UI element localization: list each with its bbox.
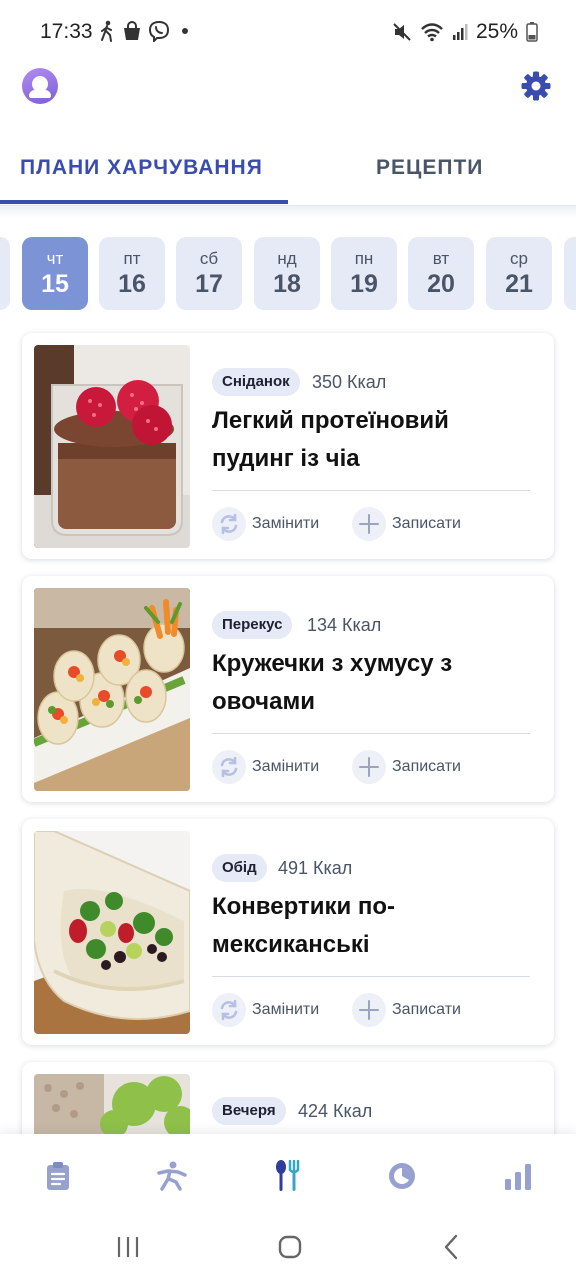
tab-meal-plans[interactable]: ПЛАНИ ХАРЧУВАННЯ	[20, 156, 263, 180]
date-day: 15	[41, 269, 69, 298]
log-meal-button[interactable]: Записати	[352, 750, 461, 784]
meal-card-snack[interactable]: Перекус 134 Ккал Кружечки з хумусу з ово…	[22, 576, 554, 802]
date-item[interactable]: вт 20	[408, 237, 474, 310]
active-tab-indicator	[0, 200, 288, 204]
meal-calories: 424 Ккал	[298, 1101, 373, 1121]
date-weekday: чт	[46, 248, 64, 268]
meal-type-badge: Сніданок	[212, 368, 300, 396]
divider	[212, 490, 530, 491]
replace-button[interactable]: Замінити	[212, 993, 319, 1027]
date-item-selected[interactable]: чт 15	[22, 237, 88, 310]
dot-icon	[182, 28, 188, 34]
tab-bar: ПЛАНИ ХАРЧУВАННЯ РЕЦЕПТИ	[0, 140, 576, 206]
tab-recipes[interactable]: РЕЦЕПТИ	[376, 156, 483, 180]
date-item[interactable]: пт 16	[99, 237, 165, 310]
date-weekday: нд	[277, 248, 297, 268]
clipboard-icon	[47, 1162, 69, 1190]
date-item-prev[interactable]	[0, 237, 10, 310]
status-time: 17:33	[40, 20, 93, 43]
plus-icon	[352, 993, 386, 1027]
bottom-nav	[0, 1134, 576, 1216]
status-bar: 17:33 25%	[0, 0, 576, 64]
meal-title[interactable]: Кружечки з хумусу з овочами	[212, 645, 532, 721]
chia-pudding-photo[interactable]	[34, 345, 190, 548]
nav-fasting[interactable]	[382, 1156, 422, 1196]
bag-icon	[124, 21, 140, 40]
recents-icon[interactable]	[113, 1232, 143, 1262]
nav-progress[interactable]	[498, 1156, 538, 1196]
viber-icon	[148, 20, 170, 42]
fasting-icon	[389, 1163, 415, 1189]
date-item[interactable]: сб 17	[176, 237, 242, 310]
date-weekday: пн	[354, 248, 374, 268]
meal-card-breakfast[interactable]: Сніданок 350 Ккал Легкий протеїновий пуд…	[22, 333, 554, 559]
gear-icon[interactable]	[520, 70, 552, 102]
date-strip[interactable]: чт 15 пт 16 сб 17 нд 18 пн 19 вт 20 ср 2…	[0, 237, 576, 311]
signal-icon	[452, 24, 468, 40]
wifi-icon	[421, 23, 443, 42]
meal-type-badge: Вечеря	[212, 1097, 286, 1125]
date-weekday: вт	[432, 248, 450, 268]
hummus-rolls-photo[interactable]	[34, 588, 190, 791]
meal-title[interactable]: Легкий протеїновий пудинг із чіа	[212, 402, 532, 478]
replace-button[interactable]: Замінити	[212, 750, 319, 784]
replace-button[interactable]: Замінити	[212, 507, 319, 541]
date-day: 21	[505, 269, 533, 298]
walk-icon	[101, 20, 112, 42]
date-item[interactable]: пн 19	[331, 237, 397, 310]
refresh-icon	[212, 750, 246, 784]
back-icon[interactable]	[437, 1232, 467, 1262]
date-weekday: ср	[510, 248, 528, 268]
divider	[212, 733, 530, 734]
nav-activity[interactable]	[152, 1156, 192, 1196]
plus-icon	[352, 507, 386, 541]
log-meal-button[interactable]: Записати	[352, 993, 461, 1027]
date-weekday: пт	[123, 248, 141, 268]
refresh-icon	[212, 507, 246, 541]
date-day: 19	[350, 269, 378, 298]
refresh-icon	[212, 993, 246, 1027]
mexican-wrap-photo[interactable]	[34, 831, 190, 1034]
avatar-icon[interactable]	[22, 68, 58, 104]
nav-diary[interactable]	[38, 1156, 78, 1196]
battery-icon	[526, 22, 538, 42]
meal-type-badge: Обід	[212, 854, 267, 882]
date-item[interactable]: нд 18	[254, 237, 320, 310]
meal-type-badge: Перекус	[212, 611, 293, 639]
home-icon[interactable]	[275, 1232, 305, 1262]
meal-calories: 350 Ккал	[312, 372, 387, 392]
activity-icon	[157, 1161, 187, 1191]
divider	[212, 976, 530, 977]
plus-icon	[352, 750, 386, 784]
meal-card-lunch[interactable]: Обід 491 Ккал Конвертики по-мексиканські…	[22, 819, 554, 1045]
date-day: 18	[273, 269, 301, 298]
cutlery-icon	[276, 1160, 300, 1191]
date-day: 17	[195, 269, 223, 298]
log-meal-button[interactable]: Записати	[352, 507, 461, 541]
date-day: 20	[427, 269, 455, 298]
battery-level: 25%	[475, 20, 518, 43]
date-item[interactable]: ср 21	[486, 237, 552, 310]
meal-calories: 134 Ккал	[307, 615, 382, 635]
meal-calories: 491 Ккал	[278, 858, 353, 878]
nav-meal-plans[interactable]	[268, 1156, 308, 1196]
meal-title[interactable]: Конвертики по-мексиканські	[212, 888, 532, 964]
stats-icon	[505, 1164, 531, 1190]
date-item-next[interactable]	[564, 237, 576, 310]
system-nav-bar	[0, 1216, 576, 1280]
date-weekday: сб	[199, 248, 219, 268]
mute-icon	[393, 23, 411, 41]
date-day: 16	[118, 269, 146, 298]
